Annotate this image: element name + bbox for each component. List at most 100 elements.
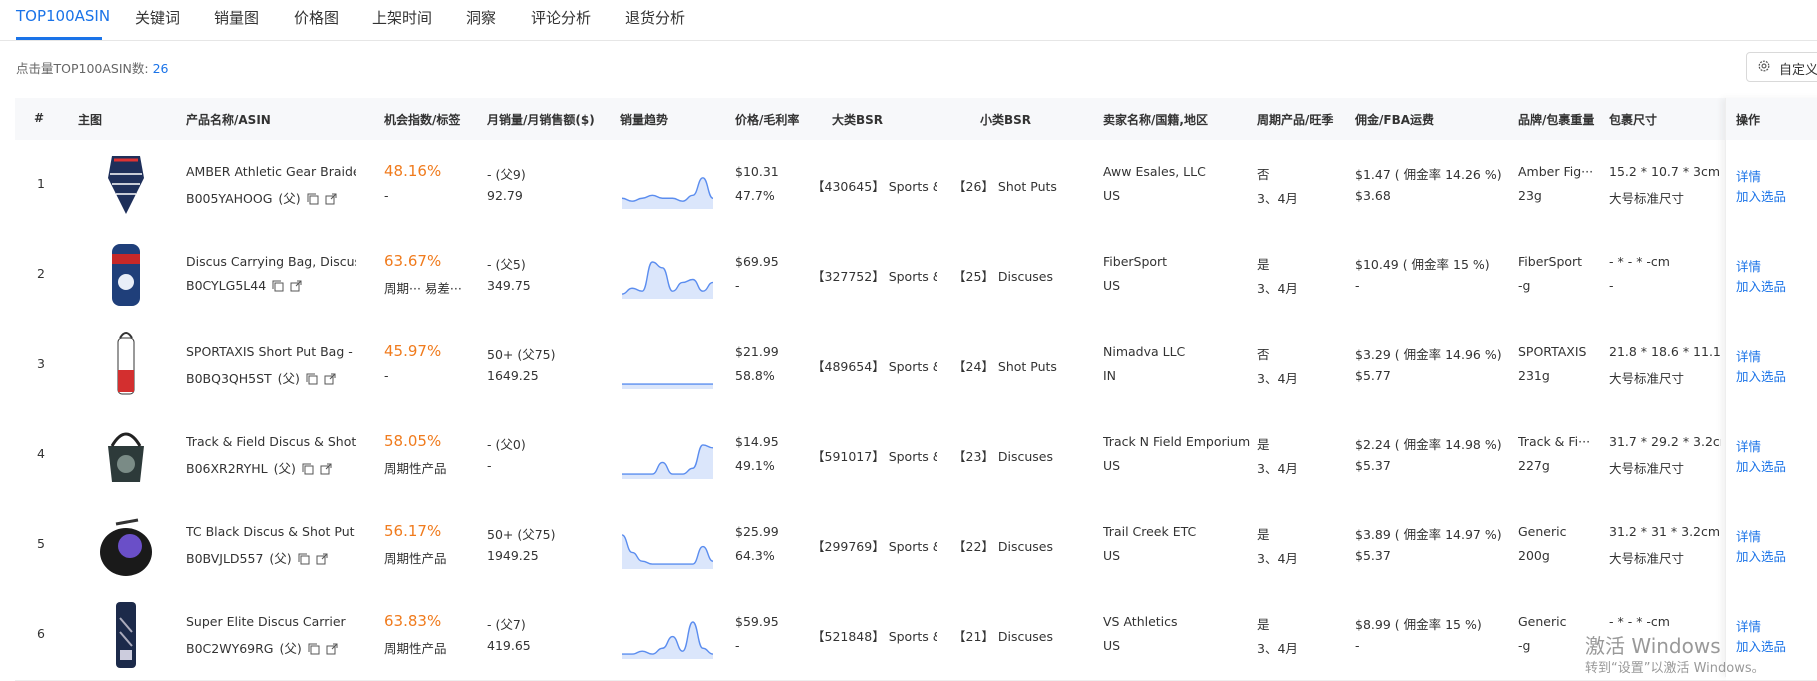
detail-link[interactable]: 详情 (1736, 166, 1761, 185)
asin[interactable]: B06XR2RYHL (186, 461, 268, 476)
price: $10.31 (735, 164, 779, 179)
col-main-bsr[interactable]: 大类BSR (832, 111, 883, 128)
main-bsr[interactable]: 【489654】 Sports & ··· (812, 356, 937, 375)
copy-icon[interactable] (306, 373, 318, 385)
tab-keywords[interactable]: 关键词 (135, 7, 180, 28)
product-title[interactable]: SPORTAXIS Short Put Bag - H··· (186, 344, 356, 359)
add-to-selection-link[interactable]: 加入选品 (1736, 636, 1786, 655)
brand[interactable]: SPORTAXIS (1518, 344, 1593, 359)
asin[interactable]: B0BQ3QH5ST (186, 371, 272, 386)
product-image[interactable] (90, 598, 162, 672)
asin-line: B0BQ3QH5ST (父) (186, 368, 361, 387)
product-image[interactable] (90, 238, 162, 312)
detail-link[interactable]: 详情 (1736, 526, 1761, 545)
product-image[interactable] (90, 508, 162, 582)
external-link-icon[interactable] (326, 643, 338, 655)
seller-name[interactable]: FiberSport (1103, 254, 1253, 269)
table-row: 3 SPORTAXIS Short Put Bag - H··· B0BQ3QH5S… (15, 320, 1817, 411)
product-image[interactable] (90, 418, 162, 492)
product-title[interactable]: Discus Carrying Bag, Discus ··· (186, 254, 356, 269)
seller-name[interactable]: VS Athletics (1103, 614, 1253, 629)
sub-bsr[interactable]: 【26】 Shot Puts (953, 176, 1057, 195)
sub-bsr[interactable]: 【22】 Discuses (953, 536, 1053, 555)
sub-bsr[interactable]: 【21】 Discuses (953, 626, 1053, 645)
sales-trend-chart[interactable] (620, 346, 715, 391)
add-to-selection-link[interactable]: 加入选品 (1736, 456, 1786, 475)
main-bsr[interactable]: 【327752】 Sports & ··· (812, 266, 937, 285)
tab-top100asin[interactable]: TOP100ASIN (16, 7, 110, 25)
cyclic-product: 是 (1257, 437, 1270, 452)
main-bsr[interactable]: 【521848】 Sports & ··· (812, 626, 937, 645)
add-to-selection-link[interactable]: 加入选品 (1736, 186, 1786, 205)
brand[interactable]: Amber Fig··· (1518, 164, 1593, 179)
product-title[interactable]: TC Black Discus & Shot Put C··· (186, 524, 356, 539)
copy-icon[interactable] (302, 463, 314, 475)
sales-trend-sparkline (622, 621, 714, 659)
external-link-icon[interactable] (324, 373, 336, 385)
seller-name[interactable]: Aww Esales, LLC (1103, 164, 1253, 179)
tab-price-chart[interactable]: 价格图 (294, 7, 339, 28)
col-index: # (34, 111, 45, 125)
product-title[interactable]: Super Elite Discus Carrier (186, 614, 356, 629)
sub-bsr[interactable]: 【25】 Discuses (953, 266, 1053, 285)
asin[interactable]: B0BVJLD557 (186, 551, 263, 566)
external-link-icon[interactable] (316, 553, 328, 565)
product-image[interactable] (90, 328, 162, 402)
sales-trend-chart[interactable] (620, 616, 715, 661)
tab-return-analysis[interactable]: 退货分析 (625, 7, 685, 28)
tab-listing-time[interactable]: 上架时间 (372, 7, 432, 28)
detail-link[interactable]: 详情 (1736, 436, 1761, 455)
copy-icon[interactable] (308, 643, 320, 655)
brand[interactable]: Generic (1518, 524, 1593, 539)
sales-trend-chart[interactable] (620, 256, 715, 301)
external-link-icon[interactable] (290, 280, 302, 292)
copy-icon[interactable] (272, 280, 284, 292)
seller-name[interactable]: Nimadva LLC (1103, 344, 1253, 359)
brand[interactable]: Generic (1518, 614, 1593, 629)
col-title-asin[interactable]: 产品名称/ASIN (186, 111, 271, 128)
col-monthly-sales[interactable]: 月销量/月销售额($) (487, 111, 595, 128)
detail-link[interactable]: 详情 (1736, 346, 1761, 365)
col-price-margin[interactable]: 价格/毛利率 (735, 111, 799, 128)
product-title[interactable]: AMBER Athletic Gear Braided··· (186, 164, 356, 179)
price: $59.95 (735, 614, 779, 629)
tab-sales-chart[interactable]: 销量图 (214, 7, 259, 28)
tab-insight[interactable]: 洞察 (466, 7, 496, 28)
detail-link[interactable]: 详情 (1736, 616, 1761, 635)
sales-trend-chart[interactable] (620, 166, 715, 211)
sub-bsr[interactable]: 【23】 Discuses (953, 446, 1053, 465)
add-to-selection-link[interactable]: 加入选品 (1736, 366, 1786, 385)
product-image[interactable] (90, 148, 162, 222)
main-bsr[interactable]: 【430645】 Sports & ··· (812, 176, 937, 195)
brand[interactable]: FiberSport (1518, 254, 1593, 269)
copy-icon[interactable] (298, 553, 310, 565)
sub-bsr[interactable]: 【24】 Shot Puts (953, 356, 1057, 375)
col-opportunity[interactable]: 机会指数/标签 (384, 111, 460, 128)
add-to-selection-link[interactable]: 加入选品 (1736, 276, 1786, 295)
brand[interactable]: Track & Fi··· (1518, 434, 1593, 449)
product-tag: - (384, 188, 389, 203)
col-commission[interactable]: 佣金/FBA运费 (1355, 111, 1434, 128)
monthly-revenue: 92.79 (487, 188, 523, 203)
external-link-icon[interactable] (325, 193, 337, 205)
row-index: 1 (37, 176, 45, 191)
asin-line: B0BVJLD557 (父) (186, 548, 361, 567)
tab-review-analysis[interactable]: 评论分析 (531, 7, 591, 28)
asin[interactable]: B005YAHOOG (186, 191, 272, 206)
copy-icon[interactable] (307, 193, 319, 205)
col-sub-bsr[interactable]: 小类BSR (980, 111, 1031, 128)
seller-name[interactable]: Track N Field Emporium (1103, 434, 1253, 449)
asin[interactable]: B0CYLG5L44 (186, 278, 266, 293)
external-link-icon[interactable] (320, 463, 332, 475)
detail-link[interactable]: 详情 (1736, 256, 1761, 275)
seller-name[interactable]: Trail Creek ETC (1103, 524, 1253, 539)
sales-trend-chart[interactable] (620, 436, 715, 481)
main-bsr[interactable]: 【591017】 Sports & ··· (812, 446, 937, 465)
customize-columns-button[interactable]: 自定义 (1746, 52, 1817, 82)
main-bsr[interactable]: 【299769】 Sports & ··· (812, 536, 937, 555)
sales-trend-chart[interactable] (620, 526, 715, 571)
product-title[interactable]: Track & Field Discus & Shot P··· (186, 434, 356, 449)
asin[interactable]: B0C2WY69RG (186, 641, 273, 656)
add-to-selection-link[interactable]: 加入选品 (1736, 546, 1786, 565)
actions-header: 操作 (1726, 98, 1817, 141)
